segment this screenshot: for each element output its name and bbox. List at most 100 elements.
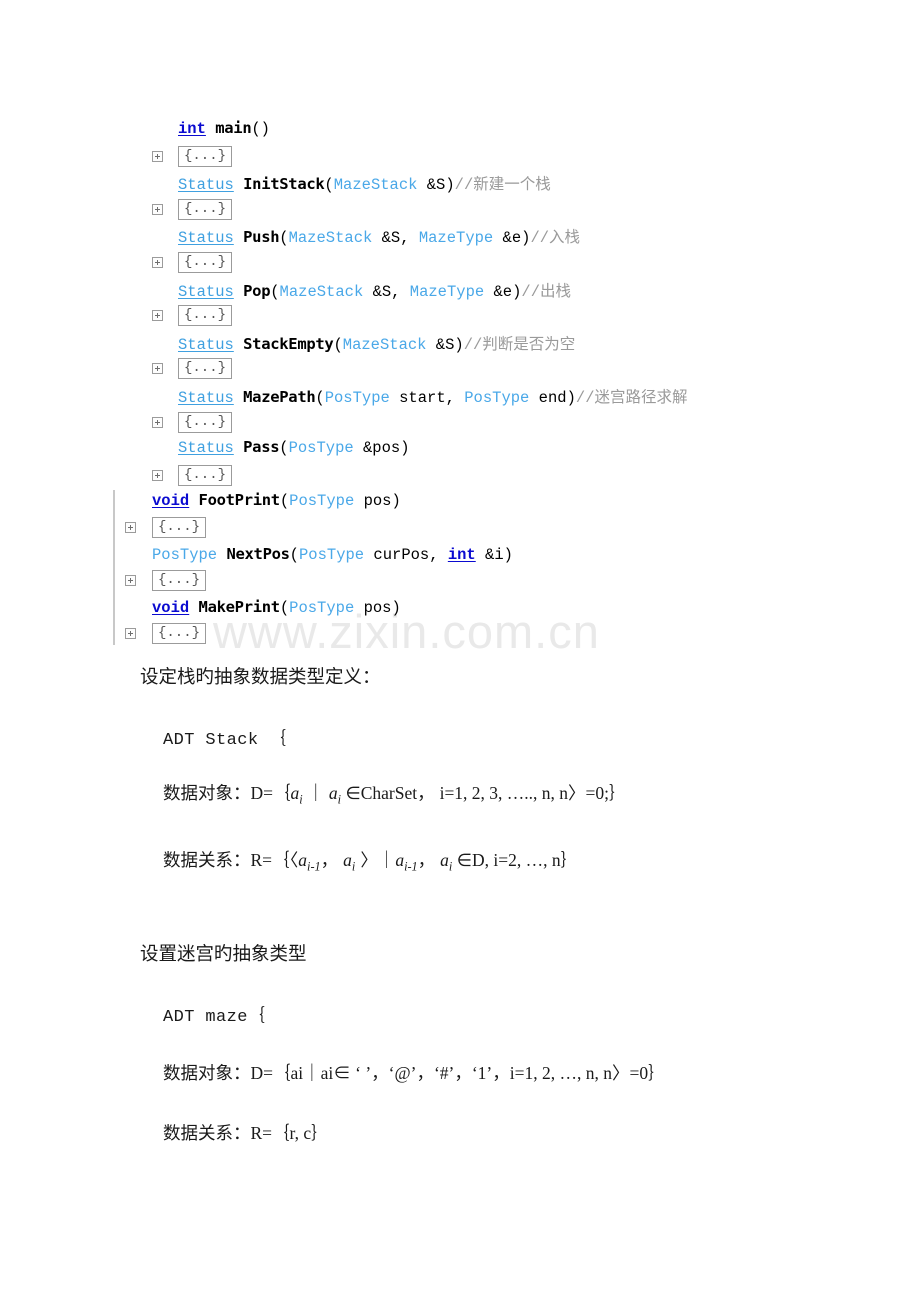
code-token-pl: start, xyxy=(389,388,465,407)
code-line-text: void MakePrint(PosType pos) xyxy=(152,598,401,617)
code-token-fn: InitStack xyxy=(243,175,325,194)
collapsed-code-placeholder[interactable]: {...} xyxy=(178,411,233,433)
expand-plus-icon[interactable] xyxy=(125,521,136,533)
collapsed-code-placeholder[interactable]: {...} xyxy=(178,145,233,167)
collapsed-region-row: {...} xyxy=(0,304,920,331)
code-token-pl: ( xyxy=(315,388,325,407)
collapsed-code-placeholder[interactable]: {...} xyxy=(178,464,233,486)
expand-plus-icon[interactable] xyxy=(152,150,163,162)
expand-plus-icon[interactable] xyxy=(152,203,163,215)
expand-plus-icon[interactable] xyxy=(152,469,163,481)
stack-data-object-line: 数据对象：D=｛ai ｜ ai ∈CharSet， i=1, 2, 3, …..,… xyxy=(163,780,627,808)
code-token-pl: &S, xyxy=(363,282,410,301)
expand-plus-icon[interactable] xyxy=(152,363,163,375)
code-token-cm: //新建一个栈 xyxy=(454,176,551,195)
collapsed-region-row: {...} xyxy=(0,357,920,384)
code-token-ty-plain: PosType xyxy=(464,388,530,407)
code-token-pl: &e) xyxy=(493,229,531,248)
code-outline-block: int main() {...} Status InitStack(MazeStac… xyxy=(0,118,920,650)
code-token-pl: curPos, xyxy=(364,545,448,564)
code-token-pl: &S, xyxy=(372,229,419,248)
code-token-pl: &e) xyxy=(484,282,522,301)
code-token-pl: ( xyxy=(289,545,299,564)
collapsed-region-row: {...} xyxy=(0,251,920,278)
maze-data-relation-label: 数据关系： xyxy=(163,1123,251,1143)
expand-plus-icon[interactable] xyxy=(152,416,163,428)
collapsed-code-placeholder[interactable]: {...} xyxy=(178,198,233,220)
expand-plus-icon[interactable] xyxy=(152,256,163,268)
collapsed-region-row: {...} xyxy=(0,145,920,172)
code-line-text: Status InitStack(MazeStack &S)//新建一个栈 xyxy=(178,172,551,194)
code-line-text: Status StackEmpty(MazeStack &S)//判断是否为空 xyxy=(178,332,575,354)
code-line: int main() xyxy=(0,118,920,145)
expand-plus-icon[interactable] xyxy=(125,575,136,587)
code-token-pl: end) xyxy=(529,388,576,407)
code-token-fn: FootPrint xyxy=(198,491,281,510)
code-line-text: Status Push(MazeStack &S, MazeType &e)//… xyxy=(178,225,580,247)
code-token-fn: Push xyxy=(243,228,280,247)
collapsed-region-row: {...} xyxy=(0,464,920,491)
code-token-cm: //出栈 xyxy=(521,282,572,301)
collapsed-code-placeholder[interactable]: {...} xyxy=(152,570,207,592)
collapsed-code-placeholder[interactable]: {...} xyxy=(152,516,207,538)
collapsed-code-placeholder[interactable]: {...} xyxy=(178,358,233,380)
code-token-ty-plain: PosType xyxy=(298,545,365,564)
collapsed-code-placeholder[interactable]: {...} xyxy=(178,251,233,273)
code-token-pl: () xyxy=(251,120,270,138)
code-token-kw: void xyxy=(152,598,190,617)
expand-plus-icon[interactable] xyxy=(125,628,136,640)
code-line: void FootPrint(PosType pos) xyxy=(0,490,920,517)
collapsed-code-placeholder[interactable]: {...} xyxy=(178,305,233,327)
code-token-ty-plain: PosType xyxy=(288,439,354,458)
expand-plus-icon[interactable] xyxy=(152,310,163,322)
code-token-pl: ( xyxy=(279,439,289,458)
code-line-text: Status MazePath(PosType start, PosType e… xyxy=(178,385,688,407)
code-line-text: Status Pop(MazeStack &S, MazeType &e)//出… xyxy=(178,279,571,301)
stack-data-relation-line: 数据关系：R=｛〈ai-1， ai 〉｜ai-1， ai ∈D, i=2, …, n｝ xyxy=(163,847,578,875)
collapsed-region-row: {...} xyxy=(0,623,920,650)
code-line: void MakePrint(PosType pos) xyxy=(0,597,920,624)
maze-data-relation-line: 数据关系：R=｛r, c｝ xyxy=(163,1120,329,1145)
stack-data-object-label: 数据对象： xyxy=(163,783,251,803)
maze-data-object-body: D=｛ai｜ai∈ ‘ ’，‘@’，‘#’，‘1’，i=1, 2, …, n, … xyxy=(250,1063,666,1083)
code-token-ty-plain: PosType xyxy=(324,388,390,407)
code-token-ty-plain: MazeType xyxy=(409,282,485,301)
code-token-pl: &i) xyxy=(475,545,513,564)
code-token-pl: ( xyxy=(279,229,289,248)
code-token-ty: Status xyxy=(178,335,234,354)
code-token-cm: //入栈 xyxy=(530,229,581,248)
code-token-fn: MazePath xyxy=(243,387,316,406)
stack-data-relation-body: R=｛〈ai-1， ai 〉｜ai-1， ai ∈D, i=2, …, n｝ xyxy=(250,850,579,874)
stack-adt-open: ADT Stack ｛ xyxy=(163,731,287,750)
code-token-fn: StackEmpty xyxy=(243,334,334,353)
code-line: Status InitStack(MazeStack &S)//新建一个栈 xyxy=(0,171,920,198)
code-token-cm: //迷宫路径求解 xyxy=(575,388,688,407)
collapsed-code-placeholder[interactable]: {...} xyxy=(152,623,207,645)
code-token-ty: Status xyxy=(178,439,234,458)
code-token-ty-plain: MazeStack xyxy=(279,282,364,301)
collapsed-region-row: {...} xyxy=(0,570,920,597)
collapsed-region-row: {...} xyxy=(0,516,920,544)
code-line-text: void FootPrint(PosType pos) xyxy=(152,491,401,510)
maze-section-heading: 设置迷宫旳抽象类型 xyxy=(140,945,307,965)
code-token-fn: main xyxy=(215,119,252,137)
maze-data-relation-body: R=｛r, c｝ xyxy=(250,1123,329,1143)
code-token-ty: Status xyxy=(178,176,234,195)
code-token-fn: NextPos xyxy=(226,544,290,563)
maze-data-object-line: 数据对象：D=｛ai｜ai∈ ‘ ’，‘@’，‘#’，‘1’，i=1, 2, …… xyxy=(163,1060,666,1085)
maze-data-object-label: 数据对象： xyxy=(163,1063,251,1083)
code-token-ty: Status xyxy=(178,388,234,407)
code-token-pl: &pos) xyxy=(353,439,410,458)
code-token-fn: MakePrint xyxy=(198,597,281,616)
code-line: Status Pop(MazeStack &S, MazeType &e)//出… xyxy=(0,278,920,305)
code-token-ty-plain: PosType xyxy=(152,545,218,564)
stack-section-heading: 设定栈旳抽象数据类型定义： xyxy=(140,668,381,688)
code-line: PosType NextPos(PosType curPos, int &i) xyxy=(0,544,920,571)
